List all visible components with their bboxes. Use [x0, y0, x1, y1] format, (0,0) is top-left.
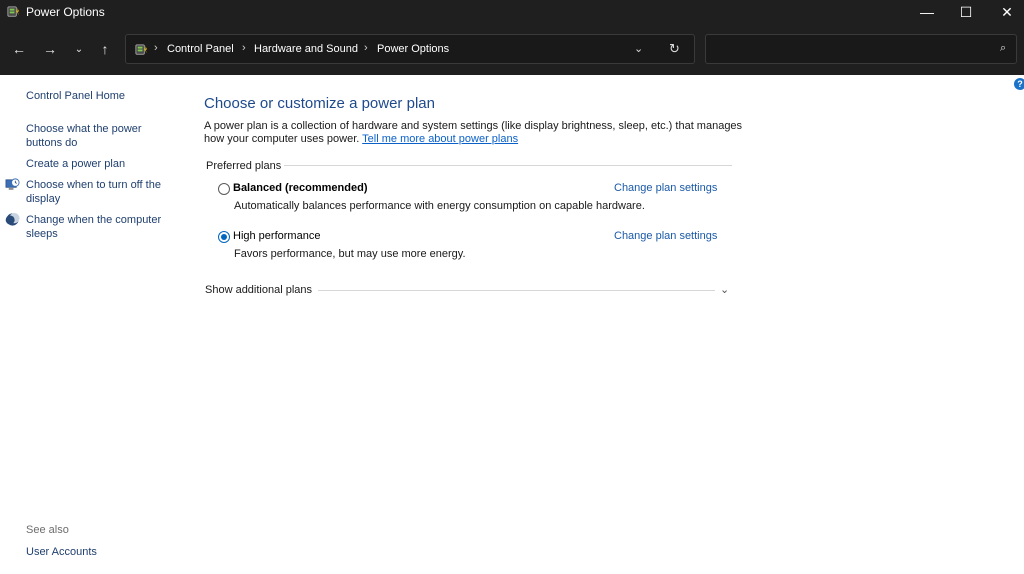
description-line: A power plan is a collection of hardware…: [204, 120, 743, 132]
power-options-app-icon: [7, 6, 20, 17]
address-dropdown-icon[interactable]: ⌄: [634, 42, 643, 55]
navigation-bar: ← → ⌄ ↑ › Control Panel › Hardware and S…: [0, 24, 1024, 75]
see-also-heading: See also: [26, 524, 69, 536]
search-input[interactable]: [712, 40, 992, 58]
back-button[interactable]: ←: [8, 38, 30, 60]
page-title: Choose or customize a power plan: [204, 95, 435, 112]
high-performance-plan-name[interactable]: High performance: [233, 230, 320, 242]
close-button[interactable]: ✕: [984, 0, 1024, 24]
sidebar-item-sleep[interactable]: Change when the computer sleeps: [26, 213, 161, 241]
control-panel-icon: [135, 44, 148, 55]
up-arrow-icon: ↑: [101, 41, 109, 57]
maximize-button[interactable]: ☐: [943, 0, 989, 24]
breadcrumb-separator: ›: [242, 42, 246, 54]
help-button[interactable]: ?: [1014, 78, 1024, 90]
page-description: A power plan is a collection of hardware…: [204, 120, 764, 146]
search-box[interactable]: ⌕: [705, 34, 1017, 64]
high-performance-change-plan-settings-link[interactable]: Change plan settings: [614, 230, 717, 242]
address-bar[interactable]: › Control Panel › Hardware and Sound › P…: [125, 34, 695, 64]
display-timer-icon: [5, 178, 20, 190]
balanced-plan-radio[interactable]: [218, 183, 230, 195]
control-panel-home-link[interactable]: Control Panel Home: [26, 89, 125, 103]
sidebar-item-power-buttons[interactable]: Choose what the power buttons do: [26, 122, 142, 150]
recent-locations-button[interactable]: ⌄: [68, 38, 90, 60]
sidebar-item-display-off[interactable]: Choose when to turn off the display: [26, 178, 161, 206]
sidebar-item-label: buttons do: [26, 137, 78, 149]
high-performance-plan-radio[interactable]: [218, 231, 230, 243]
sidebar-item-label: Choose what the power: [26, 123, 142, 135]
learn-more-link[interactable]: Tell me more about power plans: [362, 133, 518, 145]
forward-arrow-icon: →: [43, 41, 57, 57]
balanced-plan-description: Automatically balances performance with …: [234, 200, 645, 212]
breadcrumb-control-panel[interactable]: Control Panel: [167, 43, 234, 55]
description-line: how your computer uses power.: [204, 133, 360, 145]
minimize-icon: —: [920, 4, 934, 20]
forward-button[interactable]: →: [39, 38, 61, 60]
preferred-plans-divider: [284, 165, 732, 166]
sleep-moon-icon: [5, 212, 20, 226]
high-performance-plan-description: Favors performance, but may use more ene…: [234, 248, 466, 260]
chevron-down-icon: ⌄: [74, 43, 84, 55]
back-arrow-icon: ←: [12, 41, 26, 57]
title-bar: Power Options — ☐ ✕: [0, 0, 1024, 24]
user-accounts-link[interactable]: User Accounts: [26, 545, 97, 559]
sidebar-item-label: Choose when to turn off the: [26, 179, 161, 191]
window-title: Power Options: [26, 5, 105, 19]
sidebar-item-label: sleeps: [26, 228, 58, 240]
search-icon[interactable]: ⌕: [1000, 42, 1006, 55]
maximize-icon: ☐: [959, 3, 973, 20]
close-icon: ✕: [1001, 3, 1013, 20]
show-additional-plans-button[interactable]: Show additional plans: [205, 284, 312, 296]
chevron-down-icon[interactable]: ⌄: [720, 283, 729, 296]
up-button[interactable]: ↑: [94, 38, 116, 60]
sidebar-item-label: display: [26, 193, 61, 205]
refresh-icon[interactable]: ↻: [669, 41, 680, 57]
breadcrumb-separator: ›: [154, 42, 158, 54]
breadcrumb-power-options[interactable]: Power Options: [377, 43, 449, 55]
breadcrumb-hardware-and-sound[interactable]: Hardware and Sound: [254, 43, 358, 55]
description-line-2: how your computer uses power. Tell me mo…: [204, 133, 764, 146]
balanced-plan-name[interactable]: Balanced (recommended): [233, 182, 367, 194]
sidebar-item-create-plan[interactable]: Create a power plan: [26, 157, 125, 171]
balanced-change-plan-settings-link[interactable]: Change plan settings: [614, 182, 717, 194]
sidebar-item-label: Create a power plan: [26, 158, 126, 170]
preferred-plans-label: Preferred plans: [206, 160, 282, 172]
sidebar-item-label: Change when the computer: [26, 214, 162, 226]
breadcrumb-separator: ›: [364, 42, 368, 54]
additional-plans-divider: [318, 290, 715, 291]
